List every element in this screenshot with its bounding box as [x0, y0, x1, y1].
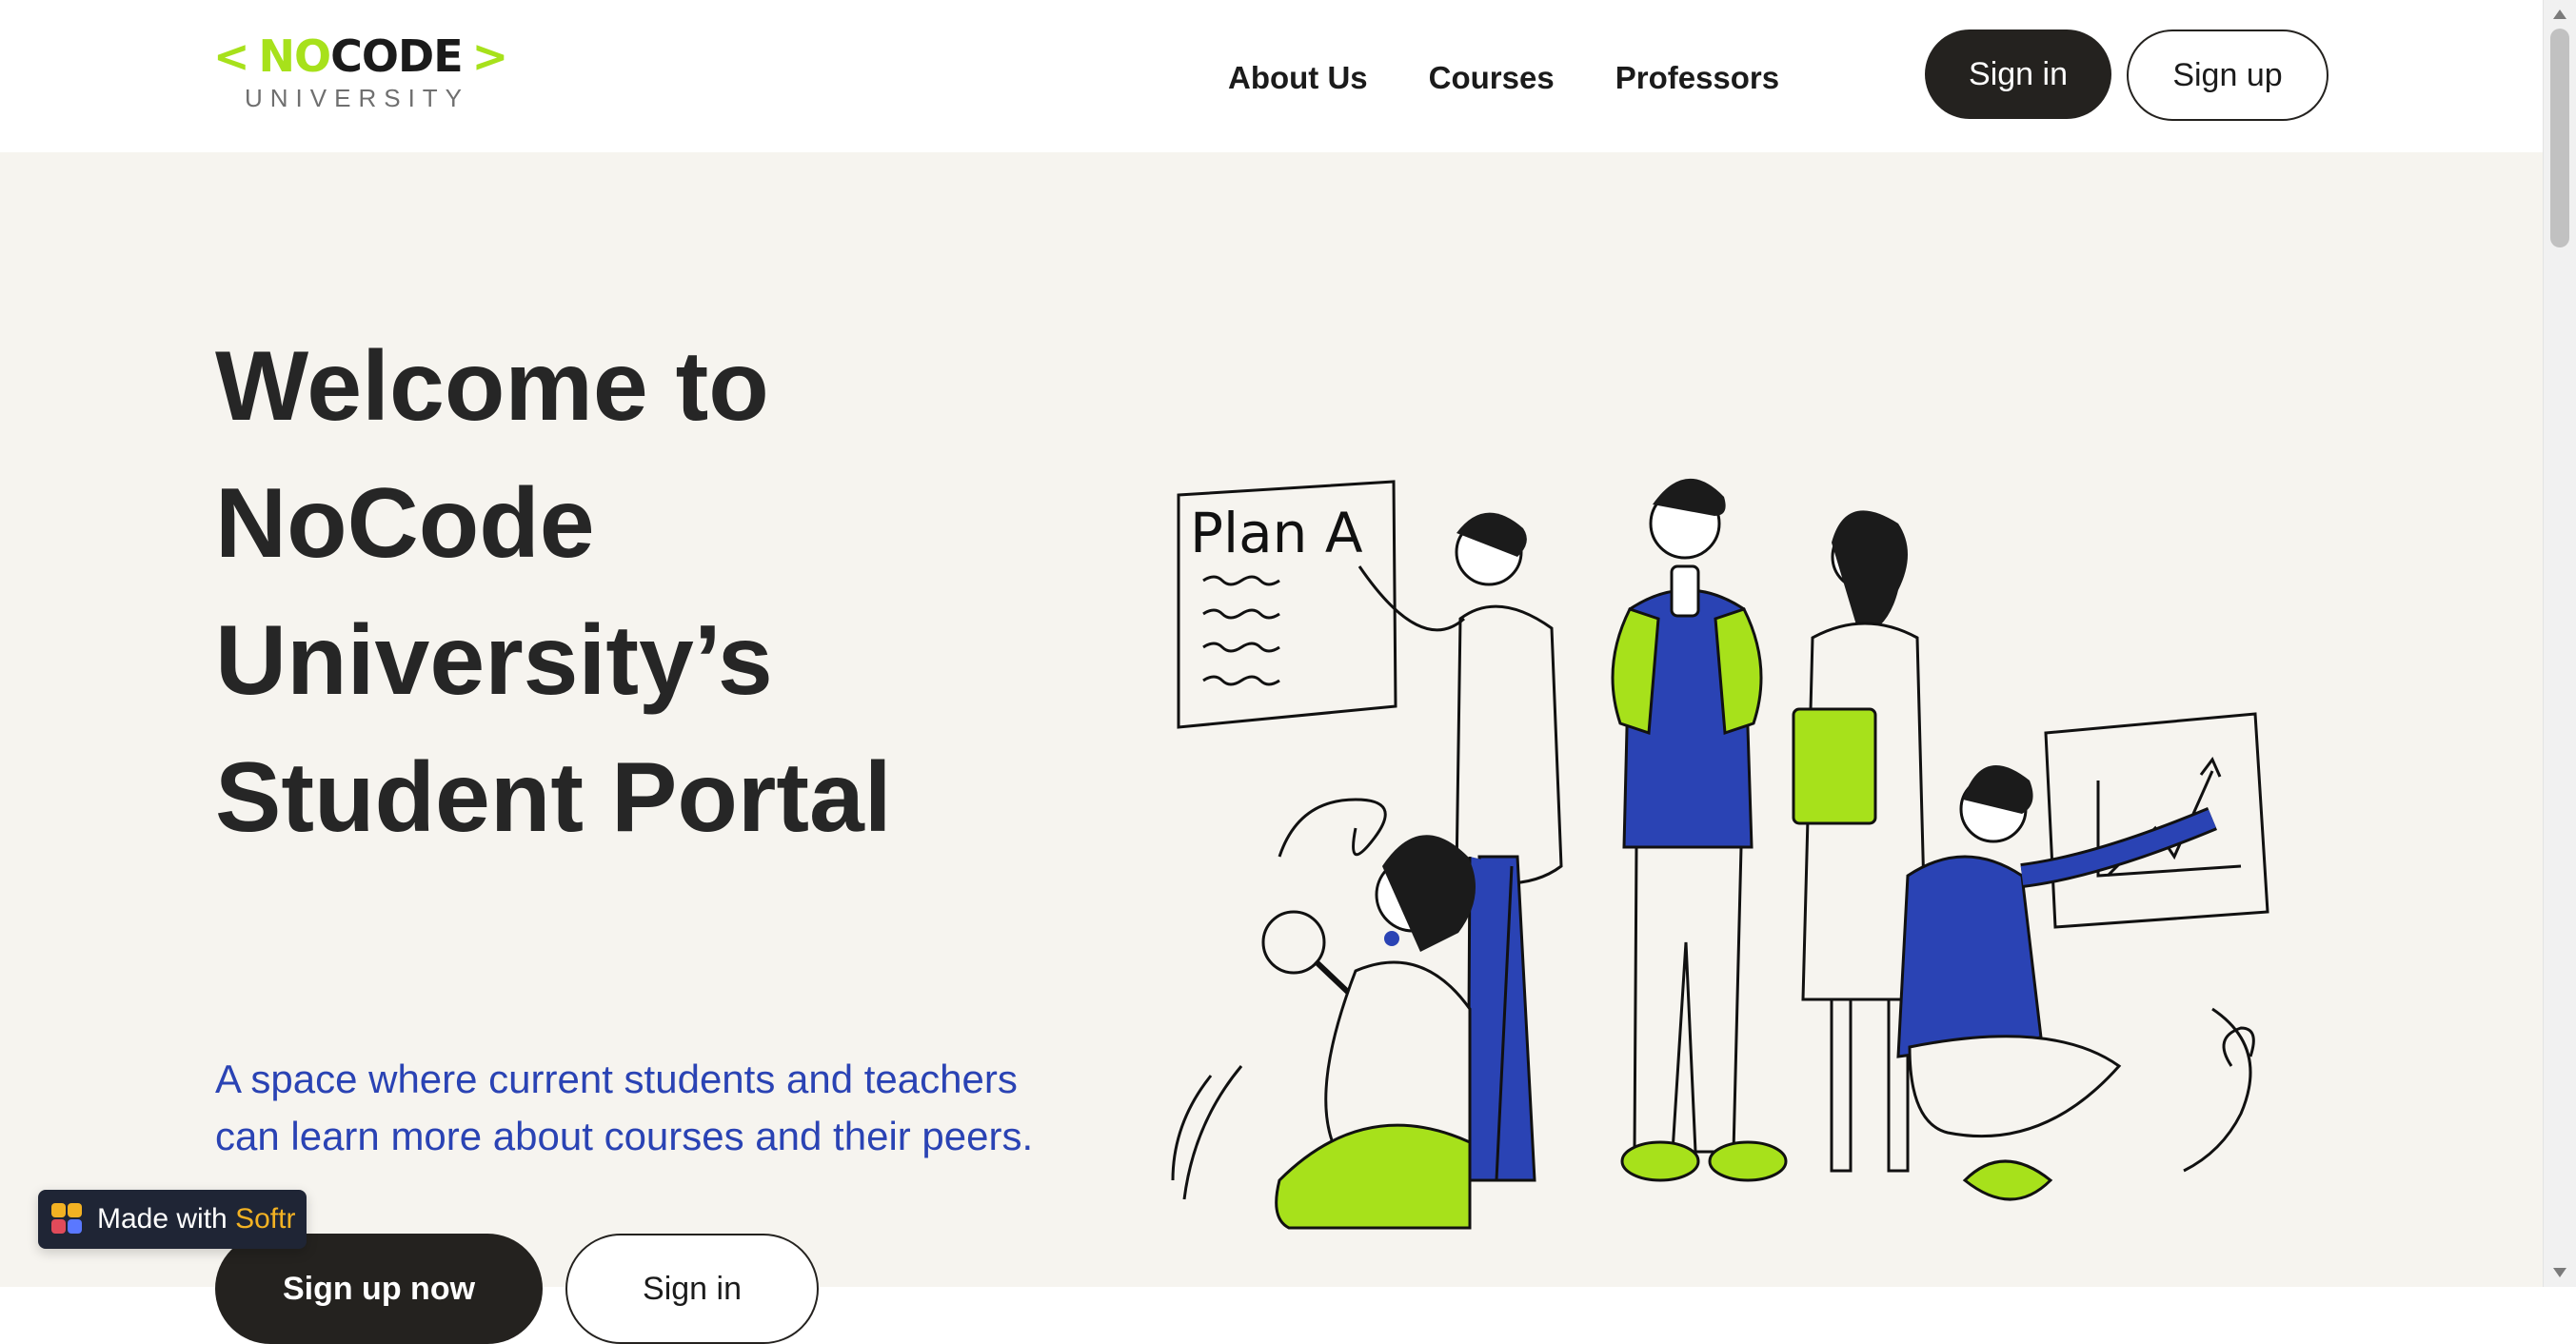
- hero-subtitle: A space where current students and teach…: [215, 1057, 1034, 1158]
- made-with-softr-badge[interactable]: Made with Softr: [38, 1190, 307, 1249]
- board-plan-text: Plan A: [1190, 501, 1363, 565]
- site-header: < NOCODE > UNIVERSITY About Us Courses P…: [0, 0, 2544, 152]
- nav-courses[interactable]: Courses: [1429, 60, 1555, 96]
- header-sign-up-button[interactable]: Sign up: [2127, 30, 2328, 121]
- page-scrollbar[interactable]: [2543, 0, 2576, 1287]
- scroll-down-icon[interactable]: [2553, 1268, 2566, 1277]
- university-logo[interactable]: < NOCODE > UNIVERSITY: [213, 30, 508, 116]
- nav-professors[interactable]: Professors: [1615, 60, 1779, 96]
- chart-board-illustration: [2044, 712, 2269, 929]
- header-sign-in-button[interactable]: Sign in: [1925, 30, 2111, 119]
- softr-badge-brand: Softr: [235, 1203, 296, 1235]
- plan-board-illustration: Plan A: [1177, 480, 1397, 729]
- hero-section: Welcome to NoCode University’s Student P…: [0, 152, 2544, 1344]
- main-navigation: About Us Courses Professors: [1228, 49, 1779, 107]
- softr-badge-prefix: Made with: [97, 1203, 228, 1235]
- student-with-phone-illustration: [1611, 478, 1788, 1182]
- students-collaboration-illustration: Plan A: [1171, 478, 2269, 1230]
- logo-left-bracket: <: [213, 30, 250, 82]
- logo-subtitle: UNIVERSITY: [245, 84, 470, 112]
- logo-code: CODE: [330, 30, 463, 82]
- nav-about-us[interactable]: About Us: [1228, 60, 1368, 96]
- logo-wordmark: < NOCODE >: [213, 30, 508, 82]
- softr-badge-text: Made with Softr: [97, 1203, 295, 1235]
- hero-title: Welcome to NoCode University’s Student P…: [215, 331, 892, 853]
- student-with-magnifier-illustration: [1261, 835, 1476, 1230]
- logo-no: NO: [258, 30, 332, 82]
- sign-up-now-button[interactable]: Sign up now: [215, 1234, 543, 1344]
- scroll-up-icon[interactable]: [2553, 10, 2566, 19]
- softr-logo-icon: [51, 1203, 84, 1235]
- student-with-tablet-illustration: [1792, 510, 1929, 1173]
- scrollbar-thumb[interactable]: [2550, 29, 2569, 247]
- logo-right-bracket: >: [471, 30, 509, 82]
- hero-sign-in-button[interactable]: Sign in: [565, 1234, 819, 1344]
